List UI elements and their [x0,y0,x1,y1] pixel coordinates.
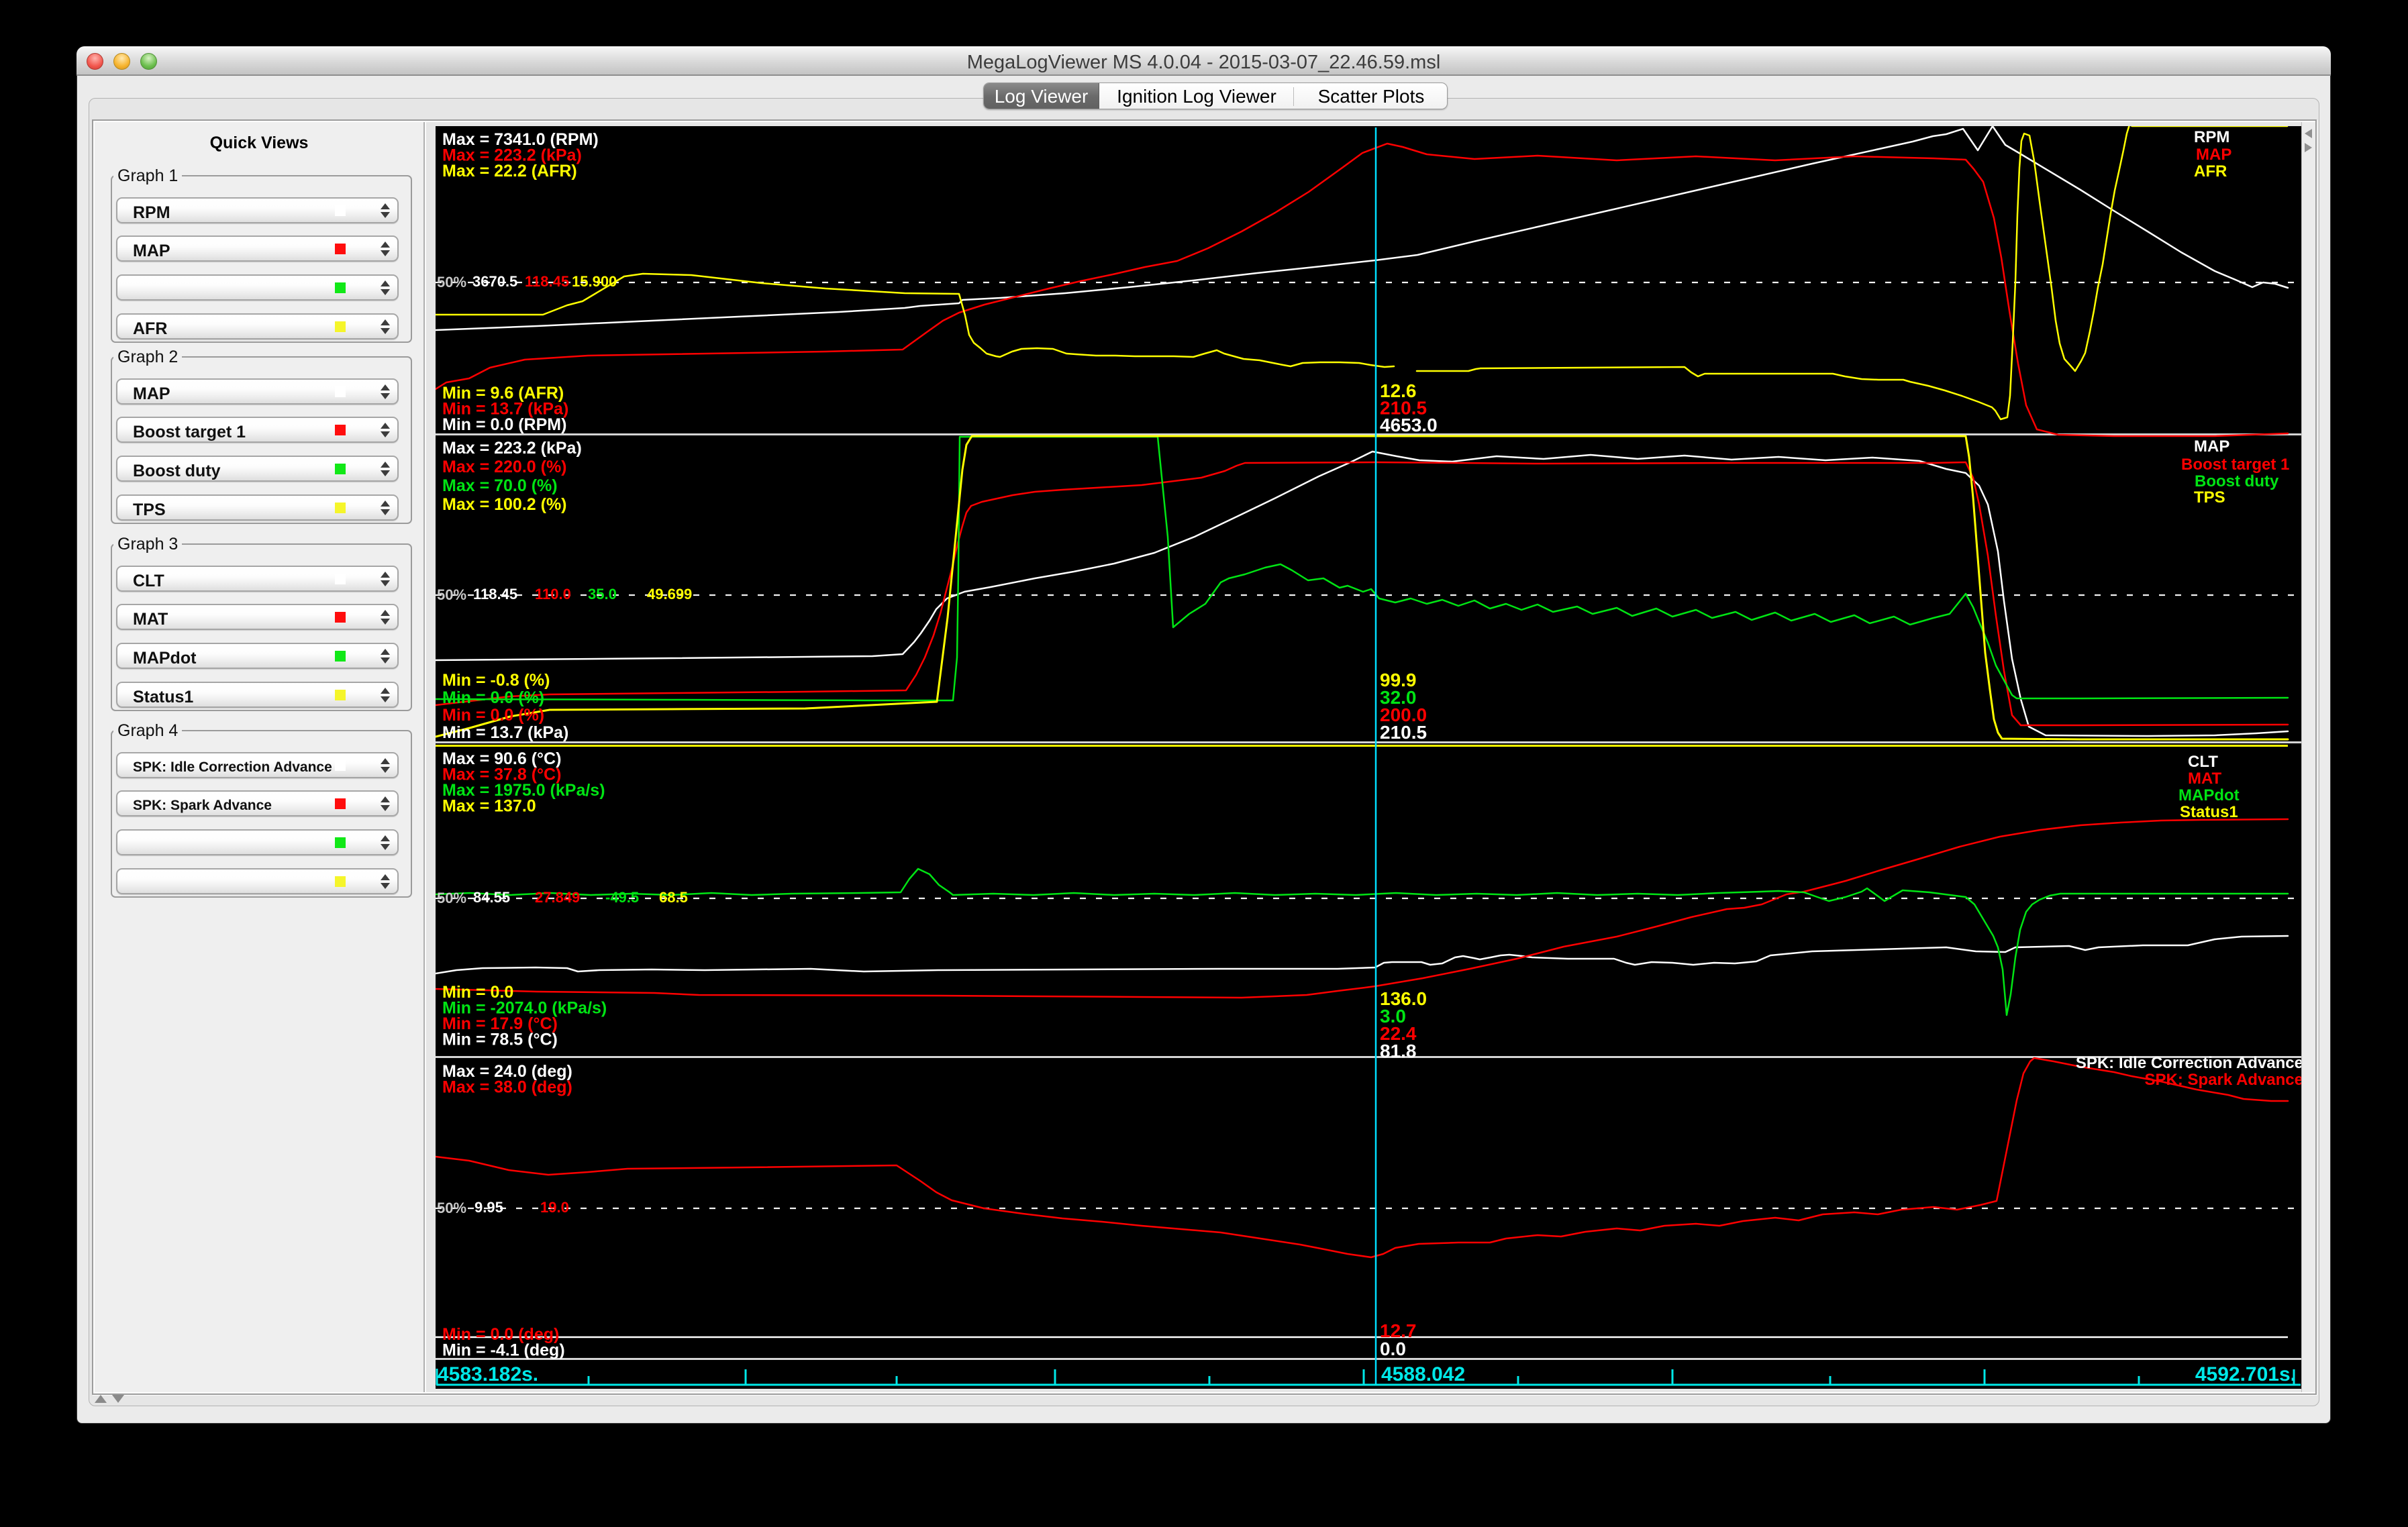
svg-text:118.45: 118.45 [473,586,517,602]
svg-text:Boost duty: Boost duty [2195,472,2279,490]
svg-text:50%: 50% [437,586,466,603]
svg-text:MAPdot: MAPdot [2178,786,2240,804]
svg-text:0.0: 0.0 [1380,1338,1406,1359]
svg-text:Min = -0.8 (%): Min = -0.8 (%) [442,671,550,690]
svg-text:50%: 50% [437,274,466,291]
svg-text:4588.042: 4588.042 [1381,1363,1465,1385]
svg-text:MAP: MAP [2194,437,2229,456]
svg-text:CLT: CLT [2188,753,2218,771]
svg-text:4583.182s.: 4583.182s. [438,1363,538,1385]
svg-text:Min = 0.0 (%): Min = 0.0 (%) [442,706,544,725]
svg-text:Max = 70.0 (%): Max = 70.0 (%) [442,476,558,495]
svg-text:81.8: 81.8 [1380,1041,1417,1061]
svg-text:49.699: 49.699 [647,586,692,602]
svg-text:Max = 137.0: Max = 137.0 [442,797,536,816]
svg-text:Max = 22.2 (AFR): Max = 22.2 (AFR) [442,162,577,180]
svg-text:4592.701s.: 4592.701s. [2195,1363,2296,1385]
svg-text:35.0: 35.0 [588,586,617,602]
svg-text:Min = 0.0 (%): Min = 0.0 (%) [442,688,544,707]
svg-text:19.0: 19.0 [540,1199,569,1216]
svg-text:4653.0: 4653.0 [1380,415,1438,435]
svg-text:SPK: Idle Correction Advance: SPK: Idle Correction Advance [2076,1054,2303,1072]
svg-text:MAP: MAP [2196,146,2231,164]
svg-text:210.5: 210.5 [1380,722,1427,743]
svg-text:Max = 220.0 (%): Max = 220.0 (%) [442,458,567,476]
svg-text:Max = 38.0 (deg): Max = 38.0 (deg) [442,1078,572,1097]
svg-text:Status1: Status1 [2180,803,2238,821]
svg-text:Boost target 1: Boost target 1 [2181,456,2289,474]
svg-text:Min = 78.5 (°C): Min = 78.5 (°C) [442,1031,558,1049]
svg-text:SPK: Spark Advance: SPK: Spark Advance [2144,1071,2303,1089]
svg-text:Min = -4.1 (deg): Min = -4.1 (deg) [442,1341,565,1360]
svg-text:Min = 0.0 (RPM): Min = 0.0 (RPM) [442,415,566,434]
svg-text:110.0: 110.0 [535,586,571,602]
svg-text:84.55: 84.55 [473,889,510,906]
svg-text:-49.5: -49.5 [605,889,639,906]
svg-text:Max = 223.2 (kPa): Max = 223.2 (kPa) [442,439,582,458]
svg-text:9.95: 9.95 [474,1199,503,1216]
svg-text:68.5: 68.5 [659,889,688,906]
svg-text:TPS: TPS [2194,488,2225,507]
svg-text:15.900: 15.900 [572,273,617,290]
svg-text:50%: 50% [437,1200,466,1216]
svg-text:118.45: 118.45 [525,273,569,290]
svg-text:MAT: MAT [2188,770,2222,788]
svg-text:50%: 50% [437,890,466,906]
svg-text:Max = 100.2 (%): Max = 100.2 (%) [442,495,567,514]
svg-text:Min = 13.7 (kPa): Min = 13.7 (kPa) [442,723,568,742]
svg-text:AFR: AFR [2194,162,2227,180]
svg-text:RPM: RPM [2194,128,2229,146]
svg-text:27.849: 27.849 [535,889,580,906]
svg-text:3670.5: 3670.5 [472,273,517,290]
